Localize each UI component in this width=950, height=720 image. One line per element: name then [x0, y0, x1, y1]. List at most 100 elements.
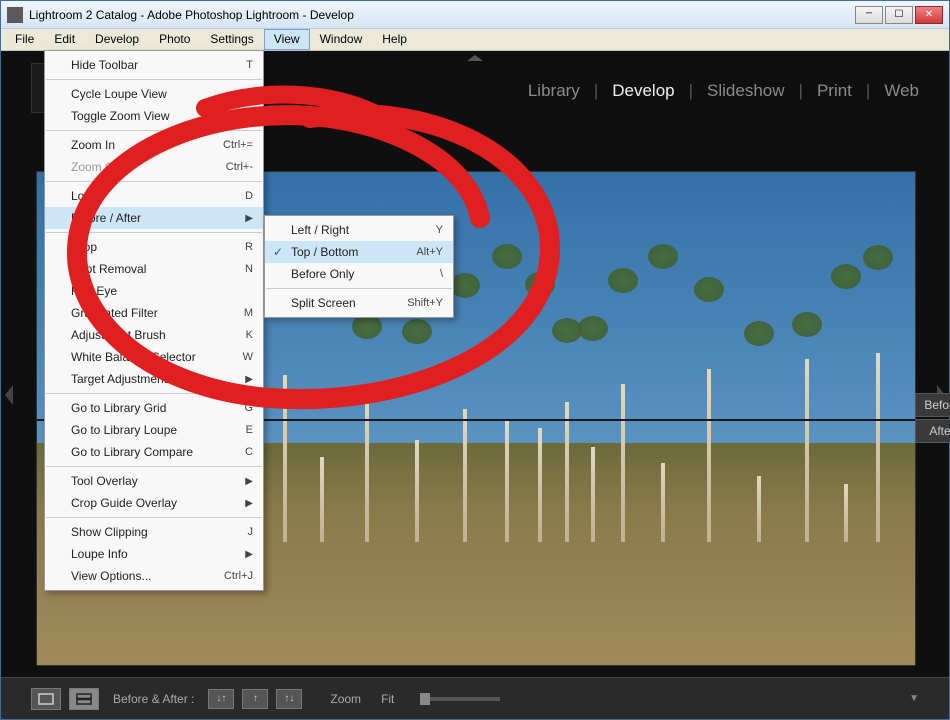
menu-item-go-to-library-grid[interactable]: Go to Library Grid G	[45, 397, 263, 419]
menu-item-label: Left / Right	[291, 223, 349, 237]
module-slideshow[interactable]: Slideshow	[707, 81, 785, 101]
menu-item-tool-overlay[interactable]: Tool Overlay▶	[45, 470, 263, 492]
menu-file[interactable]: File	[5, 29, 44, 50]
menu-item-red-eye[interactable]: Red Eye	[45, 280, 263, 302]
menu-item-hide-toolbar[interactable]: Hide Toolbar T	[45, 54, 263, 76]
menu-shortcut: \	[440, 268, 443, 280]
copy-before-to-after-button[interactable]: ↓↑	[208, 689, 234, 709]
collapse-left-panel-icon[interactable]	[5, 385, 13, 405]
menu-item-label: Before Only	[291, 267, 354, 281]
menu-shortcut: M	[244, 307, 253, 319]
menu-settings[interactable]: Settings	[200, 29, 263, 50]
menu-shortcut: Shift+Y	[407, 297, 443, 309]
menu-item-label: Go to Library Loupe	[71, 423, 177, 437]
menu-item-spot-removal[interactable]: Spot Removal N	[45, 258, 263, 280]
menu-shortcut: K	[246, 329, 253, 341]
menu-photo[interactable]: Photo	[149, 29, 200, 50]
menu-item-label: Show Clipping	[71, 525, 148, 539]
menu-shortcut: Ctrl+=	[223, 139, 253, 151]
menu-item-target-adjustment[interactable]: Target Adjustment ▶	[45, 368, 263, 390]
menu-item-label: Split Screen	[291, 296, 356, 310]
menu-item-adjustment-brush[interactable]: Adjustment Brush K	[45, 324, 263, 346]
module-separator: |	[866, 81, 870, 101]
zoom-slider[interactable]	[420, 697, 500, 701]
menu-shortcut: G	[244, 402, 253, 414]
menu-item-label: Before / After	[71, 211, 141, 225]
menu-item-view-options[interactable]: View Options...Ctrl+J	[45, 565, 263, 587]
menu-item-show-clipping[interactable]: Show Clipping J	[45, 521, 263, 543]
loupe-view-button[interactable]	[31, 688, 61, 710]
menu-item-go-to-library-loupe[interactable]: Go to Library Loupe E	[45, 419, 263, 441]
menu-window[interactable]: Window	[310, 29, 373, 50]
menu-item-crop-guide-overlay[interactable]: Crop Guide Overlay▶	[45, 492, 263, 514]
menu-separator	[46, 393, 262, 394]
menu-shortcut: C	[245, 446, 253, 458]
menu-edit[interactable]: Edit	[44, 29, 85, 50]
menu-item-toggle-zoom-view[interactable]: Toggle Zoom ViewZ	[45, 105, 263, 127]
window-controls: ─ ☐ ✕	[855, 6, 943, 24]
menu-item-loupe-info[interactable]: Loupe Info▶	[45, 543, 263, 565]
menu-item-label: Top / Bottom	[291, 245, 358, 259]
menu-item-crop[interactable]: CropR	[45, 236, 263, 258]
expand-top-panel-icon[interactable]	[467, 55, 483, 61]
menu-shortcut: T	[246, 59, 253, 71]
minimize-button[interactable]: ─	[855, 6, 883, 24]
menu-item-label: Crop	[71, 240, 97, 254]
zoom-value[interactable]: Fit	[381, 692, 394, 706]
menu-item-label: Hide Toolbar	[71, 58, 138, 72]
menu-item-white-balance-selector[interactable]: White Balance Selector W	[45, 346, 263, 368]
submenu-item-split-screen[interactable]: Split Screen Shift+Y	[265, 292, 453, 314]
menu-item-label: Toggle Zoom View	[71, 109, 170, 123]
menu-develop[interactable]: Develop	[85, 29, 149, 50]
menu-separator	[46, 130, 262, 131]
swap-before-after-button[interactable]: ↑↓	[276, 689, 302, 709]
menu-separator	[266, 288, 452, 289]
menu-item-go-to-library-compare[interactable]: Go to Library CompareC	[45, 441, 263, 463]
module-web[interactable]: Web	[884, 81, 919, 101]
submenu-arrow-icon: ▶	[245, 476, 253, 487]
module-picker: Library|Develop|Slideshow|Print|Web	[528, 81, 919, 101]
toolbar-options-icon[interactable]: ▼	[909, 693, 919, 704]
close-button[interactable]: ✕	[915, 6, 943, 24]
submenu-item-left-right[interactable]: Left / Right Y	[265, 219, 453, 241]
menu-item-label: White Balance Selector	[71, 350, 196, 364]
menu-shortcut: Y	[436, 224, 443, 236]
module-separator: |	[689, 81, 693, 101]
module-print[interactable]: Print	[817, 81, 852, 101]
submenu-item-before-only[interactable]: Before Only \	[265, 263, 453, 285]
menu-separator	[46, 181, 262, 182]
maximize-button[interactable]: ☐	[885, 6, 913, 24]
menu-shortcut: J	[248, 526, 254, 538]
view-menu-dropdown: Hide ToolbarTCycle Loupe ViewToggle Zoom…	[44, 50, 264, 591]
before-after-view-button[interactable]	[69, 688, 99, 710]
menu-item-loupe[interactable]: LoupeD	[45, 185, 263, 207]
zoom-label: Zoom	[330, 692, 361, 706]
menu-shortcut: N	[245, 263, 253, 275]
copy-after-to-before-button[interactable]: ↑	[242, 689, 268, 709]
menu-item-label: View Options...	[71, 569, 151, 583]
module-library[interactable]: Library	[528, 81, 580, 101]
submenu-arrow-icon: ▶	[245, 549, 253, 560]
menu-item-label: Zoom Out	[71, 160, 124, 174]
menu-help[interactable]: Help	[372, 29, 417, 50]
menu-item-label: Target Adjustment	[71, 372, 167, 386]
menu-item-label: Adjustment Brush	[71, 328, 166, 342]
submenu-item-top-bottom[interactable]: ✓Top / BottomAlt+Y	[265, 241, 453, 263]
menu-item-zoom-in[interactable]: Zoom InCtrl+=	[45, 134, 263, 156]
menu-item-label: Spot Removal	[71, 262, 146, 276]
menu-item-cycle-loupe-view[interactable]: Cycle Loupe View	[45, 83, 263, 105]
menu-item-label: Graduated Filter	[71, 306, 158, 320]
before-label: Before	[915, 393, 950, 417]
menu-item-before-after[interactable]: Before / After▶	[45, 207, 263, 229]
menu-item-label: Crop Guide Overlay	[71, 496, 177, 510]
menu-shortcut: Alt+Y	[416, 246, 443, 258]
module-develop[interactable]: Develop	[612, 81, 674, 101]
menu-item-graduated-filter[interactable]: Graduated Filter M	[45, 302, 263, 324]
submenu-arrow-icon: ▶	[245, 374, 253, 385]
menu-separator	[46, 79, 262, 80]
menu-shortcut: E	[246, 424, 253, 436]
menu-shortcut: W	[243, 351, 253, 363]
menu-item-label: Go to Library Grid	[71, 401, 166, 415]
menu-item-zoom-out: Zoom OutCtrl+-	[45, 156, 263, 178]
menu-view[interactable]: View	[264, 29, 310, 50]
